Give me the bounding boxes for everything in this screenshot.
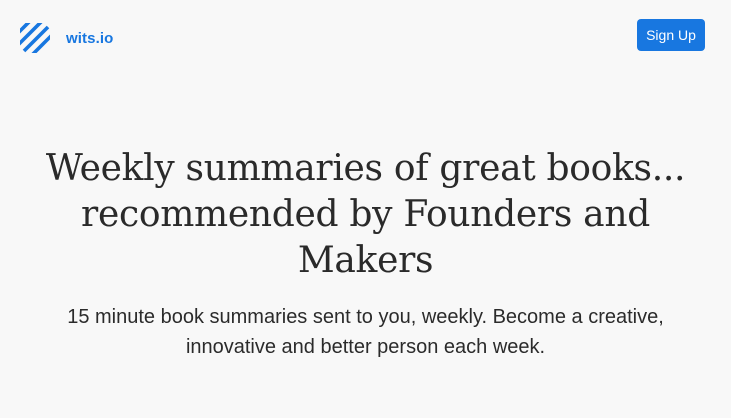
brand-link[interactable]: wits.io (20, 22, 113, 54)
sign-up-button[interactable]: Sign Up (637, 19, 705, 51)
hero-section: Weekly summaries of great books... recom… (0, 146, 731, 362)
logo-icon (20, 23, 50, 53)
hero-subheadline: 15 minute book summaries sent to you, we… (67, 306, 664, 358)
navbar: wits.io Sign Up (0, 0, 731, 72)
hero-headline: Weekly summaries of great books... recom… (45, 148, 686, 281)
brand-name: wits.io (66, 29, 114, 47)
